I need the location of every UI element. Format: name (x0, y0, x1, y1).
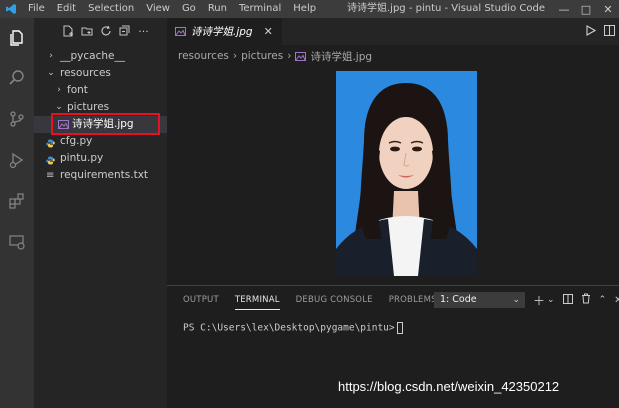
chevron-right-icon: › (57, 85, 61, 95)
explorer-sidebar: ··· › __pycache__ ⌄ resources › font ⌄ p… (34, 18, 167, 408)
tree-item-label: cfg.py (60, 135, 93, 147)
menu-terminal[interactable]: Terminal (233, 0, 287, 18)
chevron-right-icon: › (232, 50, 238, 62)
watermark: https://blog.csdn.net/weixin_42350212 (338, 379, 560, 394)
tree-item-requirements[interactable]: ≡ requirements.txt (34, 167, 167, 184)
tab-terminal[interactable]: TERMINAL (227, 286, 288, 314)
tree-item-pintu[interactable]: pintu.py (34, 150, 167, 167)
more-actions-icon[interactable]: ··· (138, 25, 150, 38)
files-icon[interactable] (5, 26, 29, 50)
menu-go[interactable]: Go (176, 0, 202, 18)
explorer-toolbar: ··· (34, 18, 167, 44)
python-file-icon (46, 137, 55, 148)
tree-item-label: pintu.py (60, 152, 104, 164)
new-folder-icon[interactable] (81, 25, 93, 37)
window-title: 诗诗学姐.jpg - pintu - Visual Studio Code (347, 3, 545, 14)
menu-bar: File Edit Selection View Go Run Terminal… (22, 0, 322, 18)
panel-actions: ＋ ⌄ ⌃ ✕ (533, 292, 619, 308)
tree-item-cfg[interactable]: cfg.py (34, 133, 167, 150)
title-bar: File Edit Selection View Go Run Terminal… (0, 0, 619, 18)
tab-debug-console[interactable]: DEBUG CONSOLE (288, 286, 381, 314)
new-file-icon[interactable] (62, 25, 74, 37)
run-icon[interactable] (585, 24, 597, 39)
editor-tab-image[interactable]: 诗诗学姐.jpg ✕ (167, 18, 282, 45)
chevron-right-icon: › (49, 51, 53, 61)
menu-help[interactable]: Help (287, 0, 322, 18)
new-terminal-icon[interactable]: ＋ (533, 292, 545, 309)
chevron-down-icon: ⌄ (512, 295, 520, 305)
python-file-icon (46, 154, 55, 165)
menu-run[interactable]: Run (202, 0, 233, 18)
menu-selection[interactable]: Selection (82, 0, 140, 18)
run-debug-icon[interactable] (5, 148, 29, 172)
search-icon[interactable] (5, 66, 29, 90)
tree-item-label: __pycache__ (60, 50, 125, 62)
tree-item-pycache[interactable]: › __pycache__ (34, 48, 167, 65)
menu-file[interactable]: File (22, 0, 51, 18)
terminal-cursor (396, 322, 403, 334)
collapse-all-icon[interactable] (119, 25, 131, 37)
menu-view[interactable]: View (140, 0, 176, 18)
remote-explorer-icon[interactable] (5, 230, 29, 254)
close-panel-icon[interactable]: ✕ (614, 295, 619, 306)
image-file-icon (295, 51, 307, 61)
vscode-logo-icon (0, 0, 22, 18)
menu-edit[interactable]: Edit (51, 0, 82, 18)
editor-actions (585, 18, 615, 45)
terminal-select[interactable]: 1: Code ⌄ (434, 292, 525, 308)
panel-tabs: OUTPUT TERMINAL DEBUG CONSOLE PROBLEMS (167, 286, 445, 314)
selection-highlight-box (51, 113, 160, 135)
activity-bar (0, 18, 34, 408)
tree-item-label: requirements.txt (60, 169, 149, 181)
text-file-icon: ≡ (46, 170, 55, 181)
terminal-prompt: PS C:\Users\lex\Desktop\pygame\pintu> (183, 322, 395, 334)
image-file-icon (175, 27, 186, 36)
close-window-button[interactable]: ✕ (597, 0, 619, 18)
terminal-select-value: 1: Code (440, 294, 477, 305)
portrait-photo (336, 71, 477, 276)
tree-item-font[interactable]: › font (34, 82, 167, 99)
breadcrumb-item[interactable]: pictures (241, 50, 283, 62)
tree-item-label: resources (60, 67, 111, 79)
maximize-button[interactable]: □ (575, 0, 597, 18)
extensions-icon[interactable] (5, 189, 29, 213)
refresh-icon[interactable] (100, 25, 112, 37)
close-tab-icon[interactable]: ✕ (264, 25, 273, 38)
breadcrumb-item[interactable]: resources (178, 50, 229, 62)
tab-output[interactable]: OUTPUT (167, 286, 227, 314)
window-controls: — □ ✕ (553, 0, 619, 18)
source-control-icon[interactable] (5, 107, 29, 131)
chevron-down-icon[interactable]: ⌄ (547, 295, 555, 305)
breadcrumb-item[interactable]: 诗诗学姐.jpg (310, 49, 372, 64)
trash-icon[interactable] (581, 293, 591, 307)
image-preview (336, 71, 477, 276)
tree-item-resources[interactable]: ⌄ resources (34, 65, 167, 82)
split-editor-icon[interactable] (604, 24, 615, 39)
tree-item-label: font (67, 84, 88, 96)
minimize-button[interactable]: — (553, 0, 575, 18)
breadcrumb: resources › pictures › 诗诗学姐.jpg (178, 48, 372, 64)
terminal-output[interactable]: PS C:\Users\lex\Desktop\pygame\pintu> (183, 322, 403, 334)
tab-label: 诗诗学姐.jpg (191, 26, 253, 38)
chevron-right-icon: › (287, 50, 292, 62)
editor-tab-bar: 诗诗学姐.jpg ✕ (167, 18, 619, 45)
chevron-up-icon[interactable]: ⌃ (599, 295, 607, 305)
chevron-down-icon: ⌄ (47, 68, 55, 78)
split-terminal-icon[interactable] (562, 293, 573, 307)
